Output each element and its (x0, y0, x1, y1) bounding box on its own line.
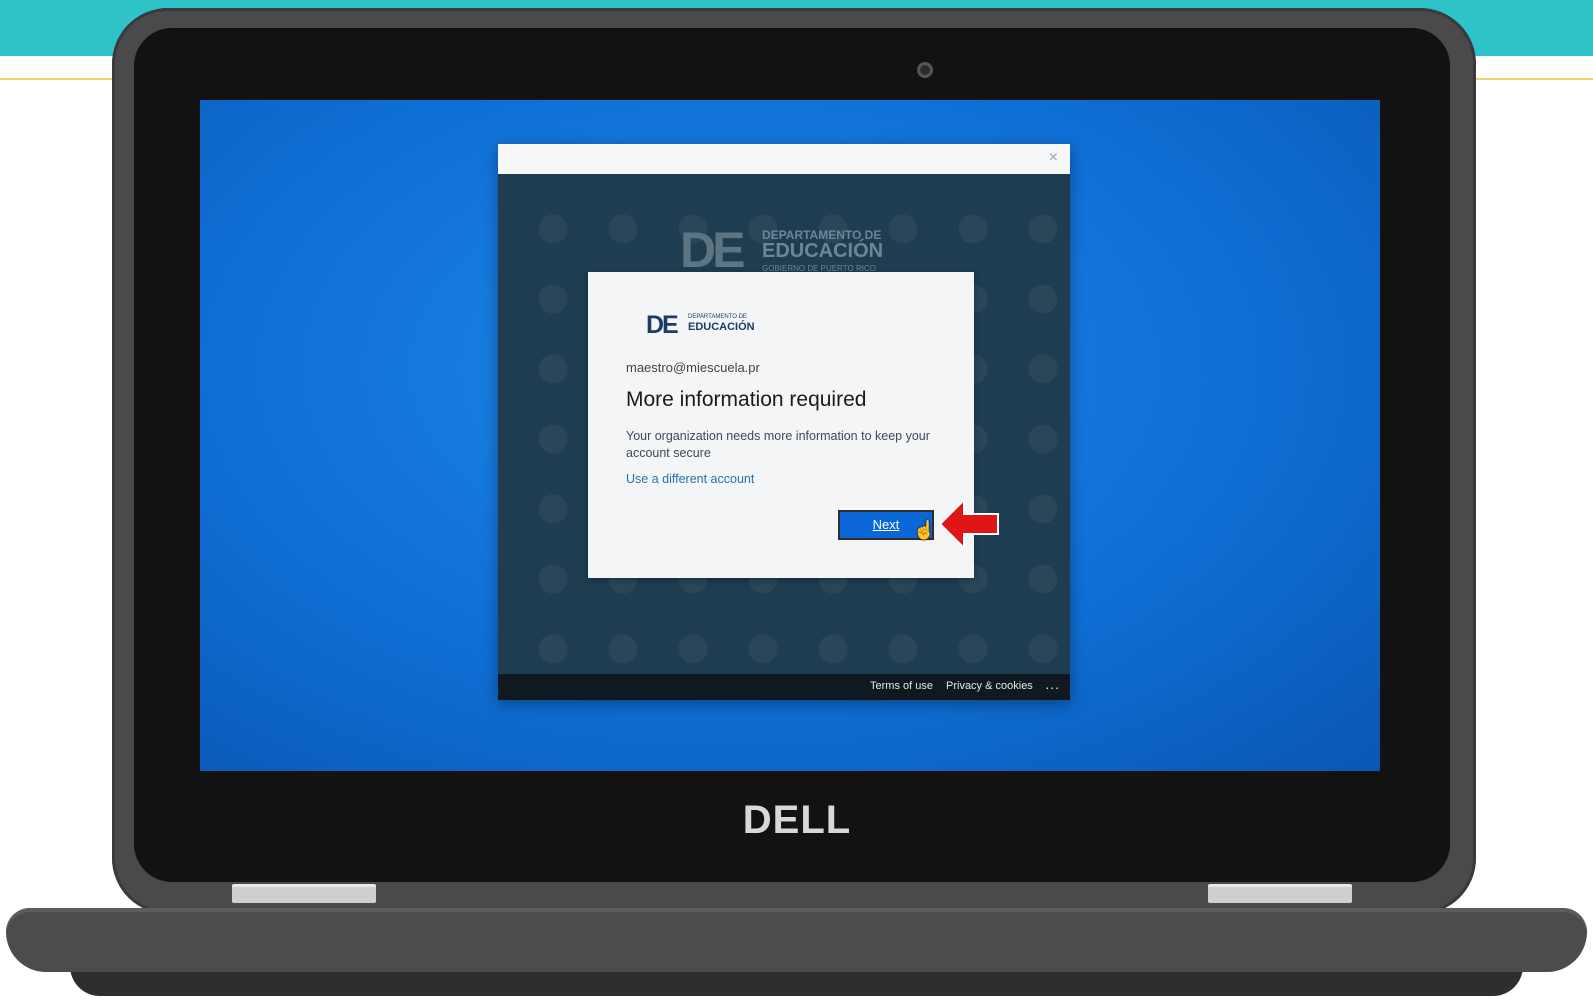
signin-window: × DE DEPARTAMENTO DE EDUCACIÓN GOBIERNO … (498, 144, 1070, 700)
dialog-logo: DE DEPARTAMENTO DE EDUCACIÓN (646, 312, 766, 338)
hinge-right (1208, 884, 1352, 903)
camera-icon (917, 62, 933, 78)
close-icon[interactable]: × (1049, 150, 1058, 166)
terms-of-use-link[interactable]: Terms of use (870, 680, 933, 692)
background-logo-line2: EDUCACIÓN (762, 240, 884, 262)
window-footer: Terms of use Privacy & cookies ... (498, 674, 1070, 700)
desktop-screen: × DE DEPARTAMENTO DE EDUCACIÓN GOBIERNO … (200, 100, 1380, 771)
background-logo-mark: DE (680, 222, 745, 278)
window-titlebar: × (498, 144, 1070, 174)
cursor-hand-icon: ☝ (913, 520, 936, 540)
signin-dialog: DE DEPARTAMENTO DE EDUCACIÓN maestro@mie… (588, 272, 974, 578)
dialog-logo-line1: DEPARTAMENTO DE (688, 314, 747, 320)
hinge-left (232, 884, 376, 903)
dialog-logo-line2: EDUCACIÓN (688, 321, 755, 333)
account-email: maestro@miescuela.pr (626, 360, 760, 375)
laptop-base (6, 908, 1587, 972)
laptop-brand-logo: DELL (742, 798, 852, 842)
use-different-account-link[interactable]: Use a different account (626, 472, 754, 486)
red-arrow-icon (940, 500, 999, 548)
dialog-logo-mark: DE (646, 311, 679, 339)
background-logo: DE DEPARTAMENTO DE EDUCACIÓN GOBIERNO DE… (680, 224, 900, 276)
dialog-title: More information required (626, 388, 867, 411)
dialog-body-text: Your organization needs more information… (626, 429, 930, 460)
privacy-cookies-link[interactable]: Privacy & cookies (946, 680, 1033, 692)
more-options-button[interactable]: ... (1045, 676, 1060, 692)
